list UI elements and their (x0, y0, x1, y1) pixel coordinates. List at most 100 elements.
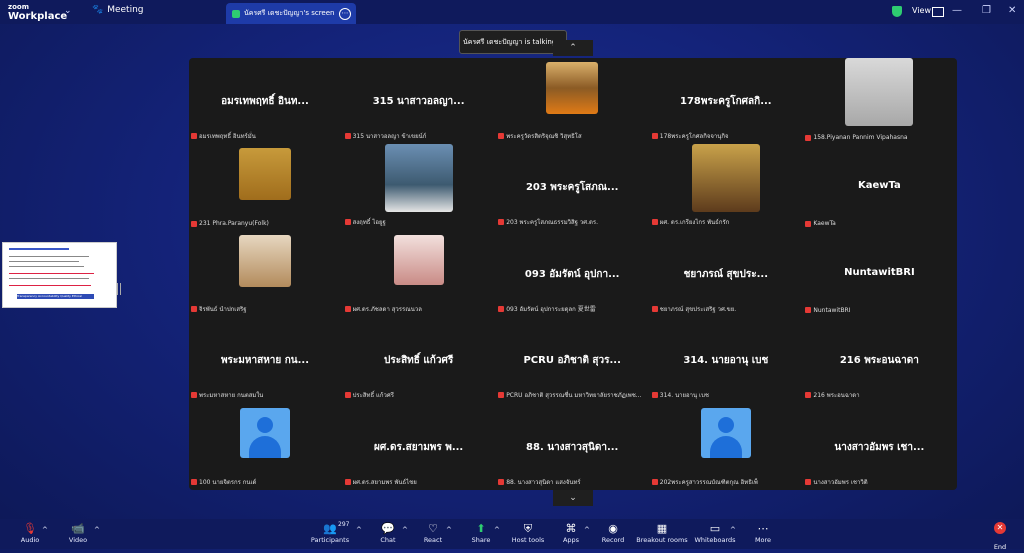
participant-caption-text: KaewTa (813, 220, 836, 228)
participant-tile[interactable]: NuntawitBRI NuntawitBRI (803, 231, 955, 317)
microphone-muted-icon (651, 133, 658, 139)
view-grid-icon[interactable] (932, 7, 944, 17)
maximize-icon[interactable]: ❐ (982, 5, 991, 16)
microphone-muted-icon (344, 219, 351, 226)
participant-tile[interactable]: 231 Phra.Paranyu(Folk) (189, 144, 341, 230)
participant-display-name: 178พระครูโกศลกิ... (679, 96, 772, 107)
participant-caption-text: ผศ. ดร.เกรียงไกร พันธ์กรัก (659, 219, 730, 227)
microphone-muted-icon (651, 219, 658, 226)
participant-tile[interactable]: ชยาภรณ์ สุขประ... ชยาภรณ์ สุขประเสริฐ วศ.… (650, 231, 802, 317)
participant-tile[interactable]: พระมหาสหาย กน... พระมหาสหาย กนตสมใน (189, 317, 341, 403)
microphone-muted-icon (651, 478, 658, 485)
breakout-rooms-icon: ▦ (656, 522, 668, 535)
microphone-muted-icon (191, 478, 197, 485)
more-button[interactable]: ⋯ More (733, 519, 793, 544)
participant-tile[interactable]: 88. นางสาวสุนิดา... 88. นางสาวสุนิดา แสงจ… (496, 404, 648, 490)
breakout-rooms-button[interactable]: ▦ Breakout rooms (632, 519, 692, 544)
participant-tile[interactable]: 100 นายจิตรกร กนเด์ (189, 404, 341, 490)
participant-tile[interactable]: นางสาวอัมพร เชา... นางสาวอัมพร เชาวิติ (803, 404, 955, 490)
microphone-muted-icon (498, 305, 505, 312)
participant-name-caption: 315 นาสาวอลญา ข้าเขยน์ก์ (344, 131, 426, 141)
participant-tile[interactable]: 093 อัมรัตน์ อุปกา... 093 อัมรัตน์ อุปการ… (496, 231, 648, 317)
participant-caption-text: ผศ.ดร.สยามพร พันธ์ไชย (352, 478, 417, 486)
participant-tile[interactable]: ประสิทธิ์ แก้วศรี ประสิทธิ์ แก้วศรี (343, 317, 495, 403)
scroll-up-button[interactable]: ⌃ (553, 40, 593, 56)
microphone-muted-icon (498, 219, 505, 226)
chevron-down-icon[interactable]: ⌄ (64, 6, 72, 16)
close-icon[interactable]: ✕ (1008, 5, 1016, 16)
resize-handle[interactable] (117, 283, 121, 295)
participant-tile[interactable]: สงฤทธิ์ ไอยูฐ (343, 144, 495, 230)
participant-tile[interactable]: อมรเทพฤทธิ์ อินท... อมรเทพฤทธิ์ อินทร์มั่… (189, 58, 341, 144)
participant-tile[interactable]: 216 พระอนฉาดา 216 พระอนฉาดา (803, 317, 955, 403)
participant-caption-text: 093 อัมรัตน์ อุปการะยดุลก 夏世雷 (506, 305, 596, 313)
microphone-muted-icon (344, 133, 351, 139)
participant-tile[interactable]: พระครูวัดรสิตริจุณชิ วิสุทธิโส (496, 58, 648, 144)
participant-caption-text: นางสาวอัมพร เชาวิติ (813, 478, 868, 486)
participant-tile[interactable]: ผศ.ดร.ภัชลดา สุวรรณนวล (343, 231, 495, 317)
default-avatar-icon (700, 407, 751, 458)
participant-name-caption: 216 พระอนฉาดา (805, 390, 860, 400)
participant-tile[interactable]: 178พระครูโกศลกิ... 178พระครูโกศลกิจจานุกิ… (650, 58, 802, 144)
participant-display-name: อมรเทพฤทธิ์ อินท... (221, 96, 309, 107)
participant-name-caption: ประสิทธิ์ แก้วศรี (344, 390, 394, 400)
shared-screen-thumbnail[interactable]: Transparency Accountability Quality Ethi… (2, 242, 117, 308)
participant-tile[interactable]: 315 นาสาวอลญา... 315 นาสาวอลญา ข้าเขยน์ก์ (343, 58, 495, 144)
participant-name-caption: 314. นายอานุ เบช (651, 390, 709, 400)
participant-name-caption: PCRU อภิชาติ สุวรรณชื่น มหาวิทยาลัยราชภั… (498, 390, 642, 400)
participant-tile[interactable]: 158.Piyanan Pannim Vipahasna (803, 58, 955, 144)
participant-display-name: 314. นายอานุ เบช (683, 355, 769, 367)
slide-line (9, 285, 91, 286)
minimize-icon[interactable]: — (952, 5, 962, 16)
video-options-caret[interactable]: ^ (94, 526, 100, 534)
shield-icon[interactable] (892, 6, 902, 17)
view-button[interactable]: View (912, 6, 931, 15)
slide-line (9, 248, 69, 250)
participant-tile[interactable]: PCRU อภิชาติ สุวร... PCRU อภิชาติ สุวรรณช… (496, 317, 648, 403)
participant-caption-text: 203 พระครูโสภณธรรมวิสิฐ วศ.ดร. (506, 219, 599, 227)
participant-tile[interactable]: 202พระครูสาวรรณบัณฑิตกุณ อิทธิเพ็ (650, 404, 802, 490)
participant-display-name: PCRU อภิชาติ สุวร... (523, 355, 621, 367)
participant-caption-text: 88. นางสาวสุนิดา แสงจันทร์ (506, 478, 581, 486)
participant-video (239, 234, 291, 287)
end-button[interactable]: ✕ End (985, 519, 1015, 553)
more-icon[interactable]: ⋯ (339, 8, 351, 20)
participant-tile[interactable]: ผศ. ดร.เกรียงไกร พันธ์กรัก (650, 144, 802, 230)
participant-video (845, 58, 914, 126)
participant-display-name: ประสิทธิ์ แก้วศรี (383, 355, 454, 367)
scroll-down-button[interactable]: ⌄ (553, 490, 593, 506)
microphone-muted-icon (498, 133, 505, 139)
participant-tile[interactable]: ผศ.ดร.สยามพร พ... ผศ.ดร.สยามพร พันธ์ไชย (343, 404, 495, 490)
participant-display-name: นางสาวอัมพร เชา... (834, 441, 925, 453)
zoom-logo: zoom Workplace (8, 3, 68, 22)
participant-caption-text: จิรพันธ์ นำปกเสริฐ (199, 305, 247, 313)
participant-display-name: 093 อัมรัตน์ อุปกา... (524, 268, 620, 280)
participant-tile[interactable]: 314. นายอานุ เบช 314. นายอานุ เบช (650, 317, 802, 403)
participant-caption-text: พระครูวัดรสิตริจุณชิ วิสุทธิโส (506, 133, 582, 140)
participant-caption-text: สงฤทธิ์ ไอยูฐ (352, 219, 386, 227)
participant-name-caption: สงฤทธิ์ ไอยูฐ (344, 217, 386, 227)
meeting-menu[interactable]: 🐾 Meeting (92, 5, 144, 15)
participant-video (393, 234, 444, 285)
talking-indicator: นัครศรี เดชะปัญญา is talking... (459, 30, 567, 54)
default-avatar-icon (240, 407, 290, 458)
chevron-down-icon: ⌄ (569, 493, 577, 503)
share-tab[interactable]: นัครศรี เดชะปัญญา's screen ⋯ (226, 3, 356, 24)
participant-video (384, 144, 453, 213)
participants-button[interactable]: 👥 297 Participants (300, 519, 360, 544)
slide-line (9, 261, 79, 262)
participant-tile[interactable]: KaewTa KaewTa (803, 144, 955, 230)
participant-name-caption: ผศ.ดร.สยามพร พันธ์ไชย (344, 477, 417, 487)
participant-tile[interactable]: จิรพันธ์ นำปกเสริฐ (189, 231, 341, 317)
participant-name-caption: พระมหาสหาย กนตสมใน (191, 390, 263, 400)
participant-caption-text: 231 Phra.Paranyu(Folk) (199, 220, 269, 228)
close-icon: ✕ (994, 522, 1006, 534)
participant-tile[interactable]: 203 พระครูโสภณ... 203 พระครูโสภณธรรมวิสิฐ… (496, 144, 648, 230)
participant-caption-text: อมรเทพฤทธิ์ อินทร์มั่น (199, 133, 256, 140)
microphone-muted-icon (805, 392, 812, 399)
audio-options-caret[interactable]: ^ (42, 526, 48, 534)
slide-button: Transparency Accountability Quality Ethi… (17, 294, 94, 299)
microphone-muted-icon (498, 478, 505, 485)
participant-display-name: 88. นางสาวสุนิดา... (526, 441, 619, 453)
microphone-muted-icon (805, 478, 812, 485)
